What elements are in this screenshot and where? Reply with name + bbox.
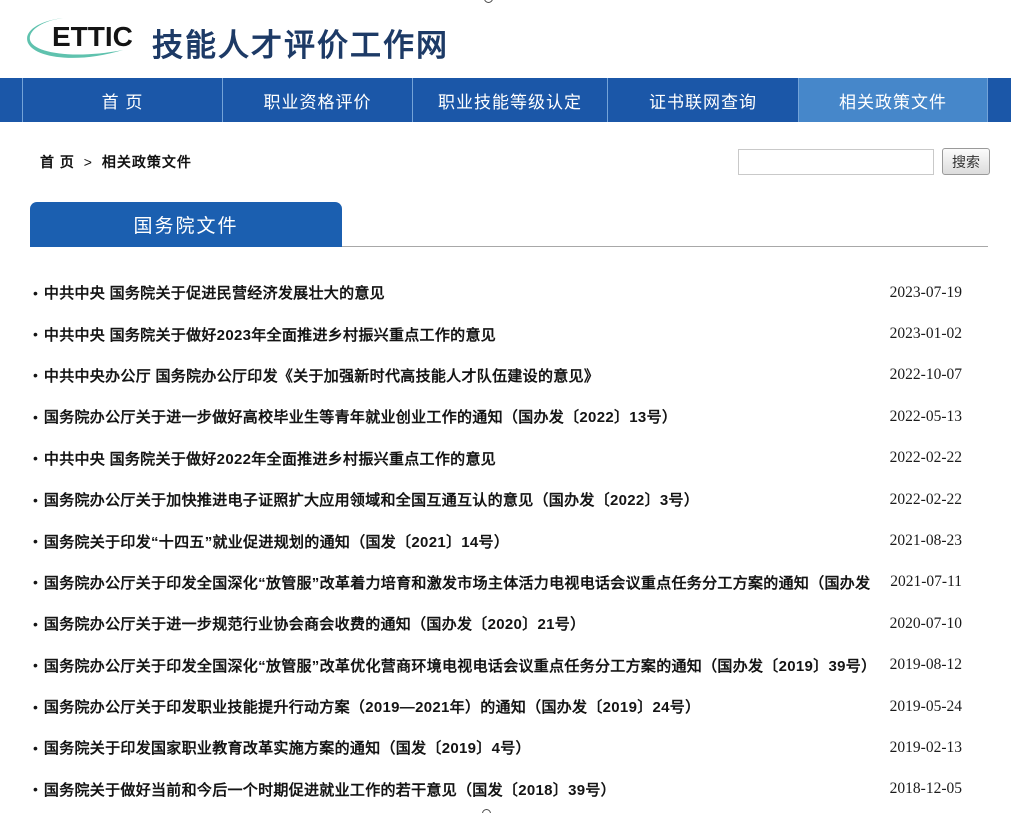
bullet-icon: • — [33, 409, 38, 425]
tab-state-council-documents[interactable]: 国务院文件 — [30, 202, 342, 247]
document-title-link[interactable]: 国务院办公厅关于加快推进电子证照扩大应用领域和全国互通互认的意见（国办发〔202… — [44, 489, 876, 510]
document-date: 2021-08-23 — [890, 532, 962, 550]
ettic-logo[interactable]: ETTIC — [25, 12, 145, 66]
document-title-link[interactable]: 中共中央 国务院关于做好2022年全面推进乡村振兴重点工作的意见 — [44, 448, 876, 469]
bullet-icon: • — [33, 492, 38, 508]
breadcrumb-home-link[interactable]: 首 页 — [40, 154, 75, 170]
document-date: 2020-07-10 — [890, 615, 962, 633]
search-button[interactable]: 搜索 — [942, 148, 990, 175]
document-row: • 国务院办公厅关于印发全国深化“放管服”改革优化营商环境电视电话会议重点任务分… — [30, 645, 988, 686]
document-date: 2022-02-22 — [890, 449, 962, 467]
document-date: 2019-02-13 — [890, 739, 962, 757]
breadcrumb-separator: > — [84, 154, 93, 170]
nav-tab[interactable]: 职业资格评价 — [222, 78, 412, 122]
document-date: 2022-05-13 — [890, 408, 962, 426]
document-row: • 中共中央办公厅 国务院办公厅印发《关于加强新时代高技能人才队伍建设的意见》 … — [30, 355, 988, 396]
document-row: • 中共中央 国务院关于做好2023年全面推进乡村振兴重点工作的意见 2023-… — [30, 313, 988, 354]
bullet-icon: • — [33, 574, 38, 590]
nav-tab[interactable]: 相关政策文件 — [798, 78, 988, 122]
page-edge-artifact-bottom — [482, 807, 494, 813]
document-title-link[interactable]: 国务院关于做好当前和今后一个时期促进就业工作的若干意见（国发〔2018〕39号） — [44, 779, 876, 800]
document-title-link[interactable]: 中共中央 国务院关于促进民营经济发展壮大的意见 — [44, 282, 876, 303]
document-title-link[interactable]: 中共中央 国务院关于做好2023年全面推进乡村振兴重点工作的意见 — [44, 324, 876, 345]
document-title-link[interactable]: 国务院关于印发“十四五”就业促进规划的通知（国发〔2021〕14号） — [44, 531, 876, 552]
bullet-icon: • — [33, 285, 38, 301]
nav-left-filler — [0, 78, 22, 122]
bullet-icon: • — [33, 616, 38, 632]
section-tab-bar: 国务院文件 — [30, 203, 988, 247]
bullet-icon: • — [33, 450, 38, 466]
breadcrumb: 首 页 > 相关政策文件 — [40, 152, 192, 172]
document-date: 2022-02-22 — [890, 491, 962, 509]
page-edge-artifact-top — [484, 0, 496, 5]
document-row: • 中共中央 国务院关于做好2022年全面推进乡村振兴重点工作的意见 2022-… — [30, 438, 988, 479]
search-box: 搜索 — [738, 148, 990, 175]
bullet-icon: • — [33, 367, 38, 383]
document-date: 2021-07-11 — [890, 573, 962, 591]
breadcrumb-current: 相关政策文件 — [102, 154, 192, 170]
document-date: 2022-10-07 — [890, 366, 962, 384]
bullet-icon: • — [33, 781, 38, 797]
document-title-link[interactable]: 国务院办公厅关于印发全国深化“放管服”改革着力培育和激发市场主体活力电视电话会议… — [44, 572, 876, 593]
document-row: • 国务院关于印发国家职业教育改革实施方案的通知（国发〔2019〕4号） 201… — [30, 727, 988, 768]
document-title-link[interactable]: 中共中央办公厅 国务院办公厅印发《关于加强新时代高技能人才队伍建设的意见》 — [44, 365, 876, 386]
bullet-icon: • — [33, 326, 38, 342]
document-row: • 国务院办公厅关于加快推进电子证照扩大应用领域和全国互通互认的意见（国办发〔2… — [30, 479, 988, 520]
bullet-icon: • — [33, 699, 38, 715]
document-date: 2019-05-24 — [890, 698, 962, 716]
document-date: 2023-01-02 — [890, 325, 962, 343]
document-row: • 国务院办公厅关于进一步做好高校毕业生等青年就业创业工作的通知（国办发〔202… — [30, 396, 988, 437]
site-header: ETTIC 技能人才评价工作网 — [0, 0, 1011, 78]
document-date: 2023-07-19 — [890, 284, 962, 302]
bullet-icon: • — [33, 740, 38, 756]
document-title-link[interactable]: 国务院办公厅关于印发职业技能提升行动方案（2019—2021年）的通知（国办发〔… — [44, 696, 876, 717]
document-title-link[interactable]: 国务院关于印发国家职业教育改革实施方案的通知（国发〔2019〕4号） — [44, 737, 876, 758]
bullet-icon: • — [33, 533, 38, 549]
document-row: • 国务院办公厅关于印发全国深化“放管服”改革着力培育和激发市场主体活力电视电话… — [30, 562, 988, 603]
nav-tab[interactable]: 职业技能等级认定 — [412, 78, 607, 122]
nav-tab[interactable]: 首 页 — [22, 78, 222, 122]
logo-text: ETTIC — [52, 21, 133, 53]
site-title: 技能人才评价工作网 — [152, 20, 449, 65]
document-row: • 中共中央 国务院关于促进民营经济发展壮大的意见 2023-07-19 — [30, 272, 988, 313]
bullet-icon: • — [33, 657, 38, 673]
document-date: 2018-12-05 — [890, 780, 962, 798]
document-title-link[interactable]: 国务院办公厅关于进一步规范行业协会商会收费的通知（国办发〔2020〕21号） — [44, 613, 876, 634]
document-row: • 国务院关于做好当前和今后一个时期促进就业工作的若干意见（国发〔2018〕39… — [30, 769, 988, 810]
policy-document-list: • 中共中央 国务院关于促进民营经济发展壮大的意见 2023-07-19 • 中… — [30, 272, 988, 810]
document-row: • 国务院办公厅关于进一步规范行业协会商会收费的通知（国办发〔2020〕21号）… — [30, 603, 988, 644]
document-title-link[interactable]: 国务院办公厅关于进一步做好高校毕业生等青年就业创业工作的通知（国办发〔2022〕… — [44, 406, 876, 427]
document-row: • 国务院办公厅关于印发职业技能提升行动方案（2019—2021年）的通知（国办… — [30, 686, 988, 727]
document-row: • 国务院关于印发“十四五”就业促进规划的通知（国发〔2021〕14号） 202… — [30, 520, 988, 561]
document-title-link[interactable]: 国务院办公厅关于印发全国深化“放管服”改革优化营商环境电视电话会议重点任务分工方… — [44, 655, 876, 676]
main-nav: 首 页 职业资格评价 职业技能等级认定 证书联网查询 相关政策文件 — [0, 78, 1011, 122]
search-input[interactable] — [738, 149, 934, 175]
nav-tab[interactable]: 证书联网查询 — [607, 78, 798, 122]
document-date: 2019-08-12 — [890, 656, 962, 674]
